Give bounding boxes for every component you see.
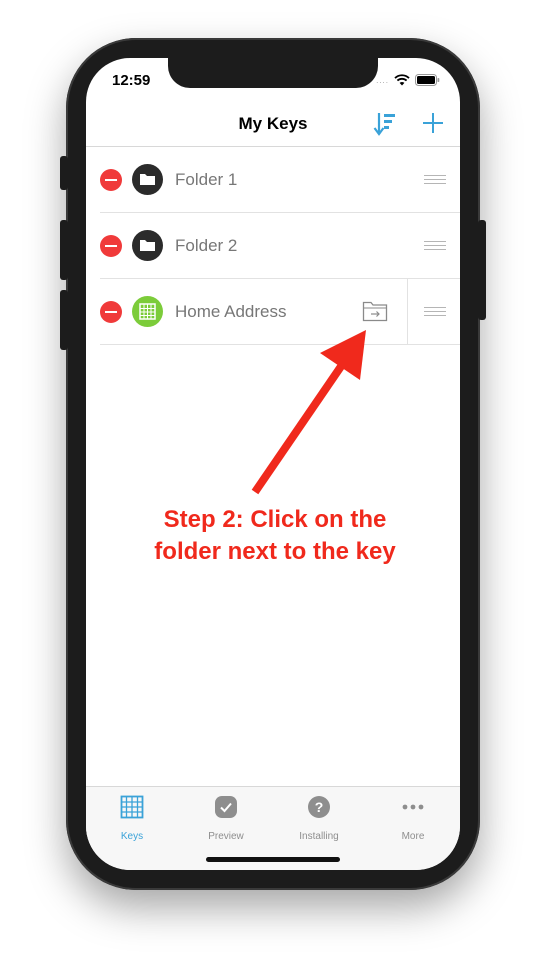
silent-switch: [60, 156, 68, 190]
home-indicator: [206, 857, 340, 862]
keyboard-icon: [120, 795, 144, 819]
list-item-home-address[interactable]: Home Address: [86, 279, 460, 345]
status-time: 12:59: [112, 72, 151, 89]
power-button: [478, 220, 486, 320]
list-item-folder-2[interactable]: Folder 2: [86, 213, 460, 279]
wifi-icon: [394, 74, 410, 86]
list-item-label: Folder 2: [175, 236, 238, 255]
page-title: My Keys: [238, 114, 308, 133]
reorder-handle-icon[interactable]: [424, 175, 446, 185]
tab-label: Installing: [299, 831, 339, 842]
tab-label: Preview: [208, 831, 244, 842]
folder-icon: [132, 230, 163, 261]
tab-more[interactable]: More: [378, 795, 448, 842]
volume-up-button: [60, 220, 68, 280]
signal-dots: ....: [376, 75, 389, 85]
tab-preview[interactable]: Preview: [191, 795, 261, 842]
sort-icon[interactable]: [372, 110, 398, 138]
divider: [100, 344, 460, 345]
question-icon: ?: [308, 796, 330, 818]
tab-installing[interactable]: ? Installing: [284, 795, 354, 842]
annotation-line-2: folder next to the key: [154, 538, 396, 565]
battery-icon: [415, 74, 440, 86]
screen: 12:59 .... My Keys Folder 1 Folder 2 Hom…: [86, 58, 460, 870]
checkmark-icon: [215, 796, 237, 818]
tab-keys[interactable]: Keys: [97, 795, 167, 842]
volume-down-button: [60, 290, 68, 350]
status-indicators: ....: [376, 74, 440, 86]
svg-text:?: ?: [315, 799, 324, 815]
reorder-handle-icon[interactable]: [424, 307, 446, 317]
divider: [407, 279, 408, 345]
keyboard-icon: [132, 296, 163, 327]
tab-label: More: [401, 831, 425, 842]
notch: [168, 58, 378, 88]
list-item-label: Home Address: [175, 302, 287, 321]
tab-label: Keys: [120, 831, 144, 842]
more-dots-icon: [402, 804, 424, 810]
delete-icon[interactable]: [100, 301, 122, 323]
plus-icon[interactable]: [420, 110, 446, 136]
move-to-folder-icon[interactable]: [362, 300, 388, 322]
annotation-text: Step 2: Click on the folder next to the …: [110, 504, 440, 568]
delete-icon[interactable]: [100, 169, 122, 191]
list-item-label: Folder 1: [175, 170, 238, 189]
reorder-handle-icon[interactable]: [424, 241, 446, 251]
delete-icon[interactable]: [100, 235, 122, 257]
annotation-line-1: Step 2: Click on the: [163, 506, 387, 533]
folder-icon: [132, 164, 163, 195]
list-item-folder-1[interactable]: Folder 1: [86, 147, 460, 213]
